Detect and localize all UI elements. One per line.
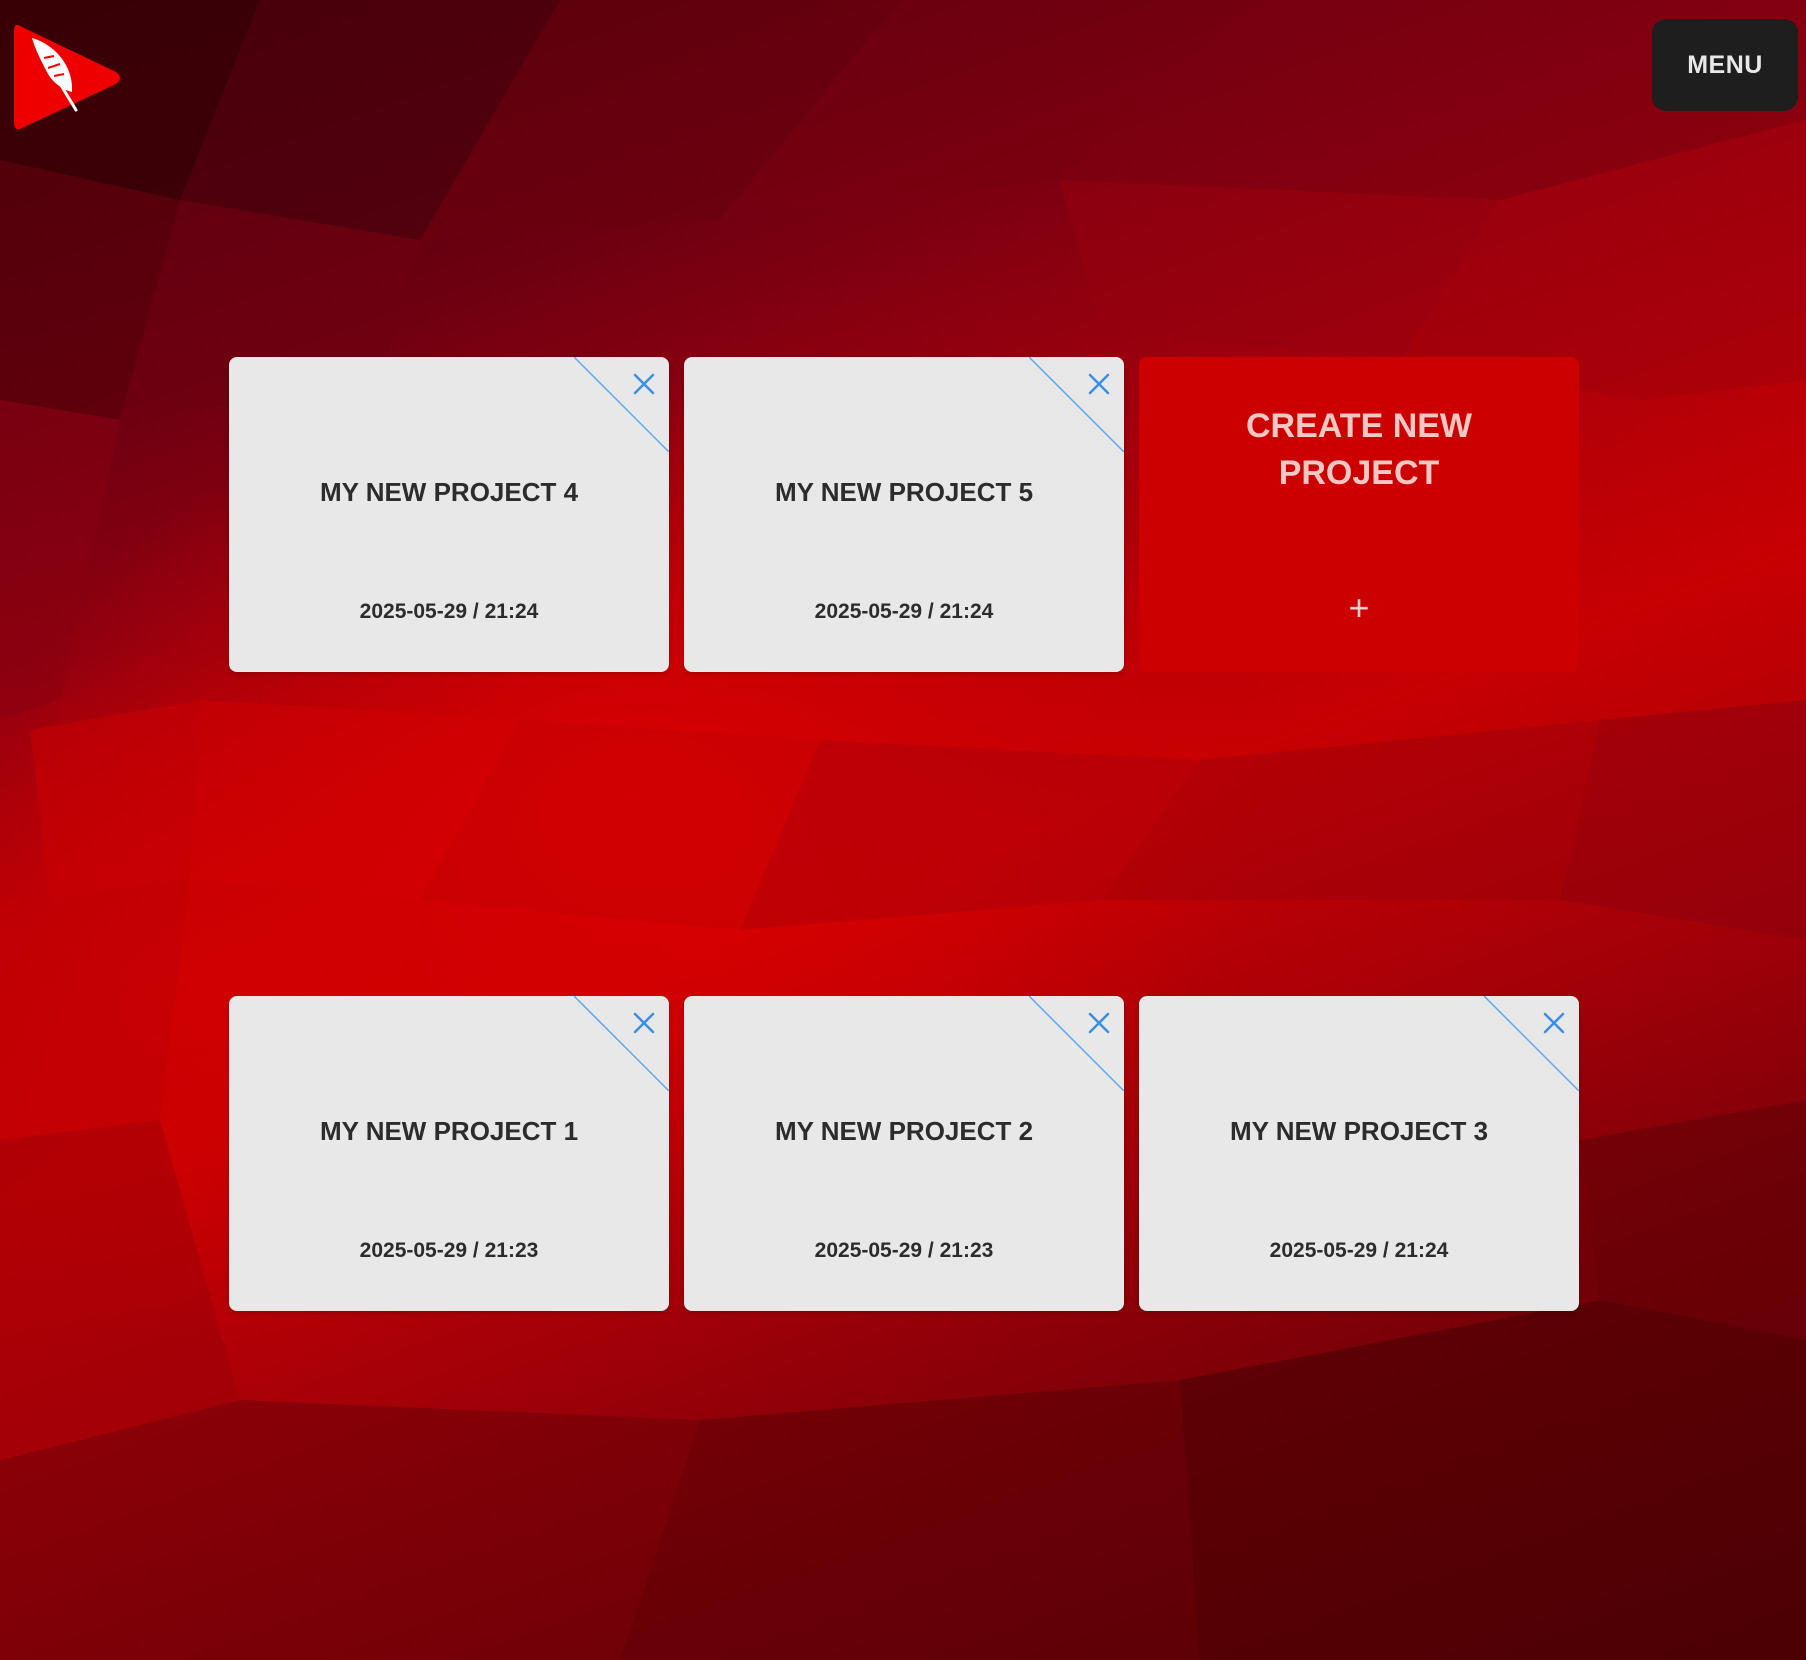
close-icon[interactable] [1084,1008,1114,1038]
close-icon[interactable] [629,1008,659,1038]
project-date: 2025-05-29 / 21:23 [359,1239,539,1262]
close-icon[interactable] [1539,1008,1569,1038]
project-card[interactable]: MY NEW PROJECT 1 2025-05-29 / 21:23 [229,996,669,1311]
project-date: 2025-05-29 / 21:23 [814,1239,994,1262]
plus-icon: + [1348,587,1370,628]
app-logo[interactable] [14,18,124,136]
project-card[interactable]: MY NEW PROJECT 2 2025-05-29 / 21:23 [684,996,1124,1311]
project-title: MY NEW PROJECT 3 [1229,1116,1489,1146]
project-title: MY NEW PROJECT 5 [774,477,1034,507]
project-date: 2025-05-29 / 21:24 [1269,1239,1449,1262]
project-title: MY NEW PROJECT 1 [319,1116,579,1146]
project-card[interactable]: MY NEW PROJECT 4 2025-05-29 / 21:24 [229,357,669,672]
project-card[interactable]: MY NEW PROJECT 5 2025-05-29 / 21:24 [684,357,1124,672]
project-card[interactable]: MY NEW PROJECT 3 2025-05-29 / 21:24 [1139,996,1579,1311]
create-new-project-card[interactable]: CREATE NEW PROJECT + [1139,357,1579,672]
menu-button[interactable]: MENU [1652,19,1798,111]
close-icon[interactable] [1084,369,1114,399]
project-title: MY NEW PROJECT 2 [774,1116,1034,1146]
project-date: 2025-05-29 / 21:24 [359,600,539,623]
close-icon[interactable] [629,369,659,399]
project-title: MY NEW PROJECT 4 [319,477,579,507]
background-pattern [0,0,1806,1660]
project-date: 2025-05-29 / 21:24 [814,600,994,623]
feather-play-logo-icon [14,24,120,130]
create-new-project-label: CREATE NEW PROJECT [1245,407,1473,492]
